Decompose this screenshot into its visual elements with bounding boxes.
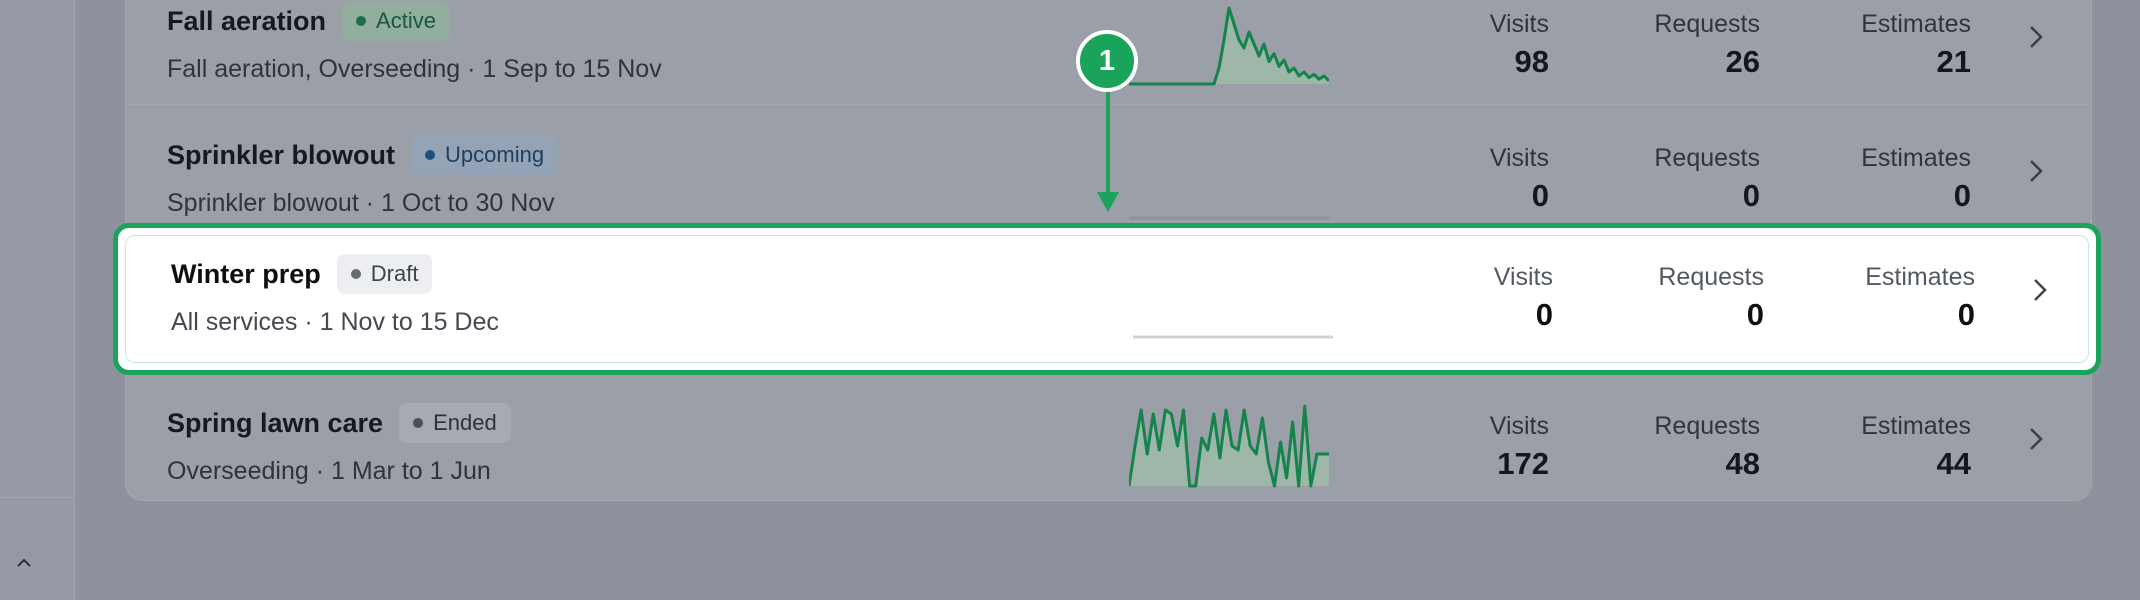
stat-label: Visits [1493, 263, 1553, 291]
status-label: Active [376, 8, 436, 33]
status-dot-icon [350, 269, 361, 279]
stat-value: 0 [1746, 297, 1764, 332]
stat-label: Estimates [1861, 412, 1971, 440]
stat-value: 0 [1535, 297, 1553, 332]
campaign-title: Spring lawn care [167, 407, 384, 438]
stat-requests: Requests 0 [1614, 262, 1764, 334]
sparkline [1129, 216, 1329, 220]
callout-marker: 1 [1076, 30, 1138, 92]
stat-label: Requests [1654, 144, 1760, 172]
status-label: Upcoming [445, 142, 545, 167]
callout-number: 1 [1098, 44, 1116, 77]
stat-label: Visits [1489, 412, 1549, 440]
stat-value: 0 [1531, 178, 1549, 213]
stat-value: 48 [1725, 446, 1760, 481]
stat-value: 0 [1957, 297, 1975, 332]
stat-label: Estimates [1861, 10, 1971, 38]
status-dot-icon [413, 418, 424, 428]
chevron-right-icon[interactable] [2025, 275, 2055, 305]
campaign-subtitle: Sprinkler blowout · 1 Oct to 30 Nov [167, 189, 555, 217]
status-label: Ended [433, 410, 497, 435]
stat-visits: Visits 172 [1399, 411, 1549, 483]
stat-value: 44 [1936, 446, 1971, 481]
stat-value: 0 [1953, 178, 1971, 213]
stat-value: 21 [1936, 44, 1971, 79]
stat-estimates: Estimates 0 [1825, 262, 1975, 334]
stat-label: Estimates [1861, 144, 1971, 172]
sidebar-divider [0, 497, 74, 498]
sparkline [1129, 404, 1329, 488]
campaign-row-spring-lawn-care[interactable]: Spring lawn care Ended Overseeding · 1 M… [126, 372, 2091, 506]
stat-visits: Visits 0 [1399, 143, 1549, 215]
campaign-subtitle: Overseeding · 1 Mar to 1 Jun [167, 457, 491, 485]
stat-requests: Requests 48 [1610, 411, 1760, 483]
status-badge: Upcoming [411, 135, 559, 175]
campaign-subtitle: All services · 1 Nov to 15 Dec [171, 308, 499, 336]
stat-requests: Requests 26 [1610, 9, 1760, 81]
stat-label: Requests [1658, 263, 1764, 291]
sidebar [0, 0, 75, 600]
chevron-right-icon[interactable] [2021, 22, 2051, 52]
stat-label: Visits [1489, 144, 1549, 172]
sparkline [1133, 335, 1333, 339]
campaign-title: Winter prep [171, 258, 321, 289]
chevron-right-icon[interactable] [2021, 424, 2051, 454]
highlighted-campaign-card[interactable]: Winter prep Draft All services · 1 Nov t… [113, 223, 2101, 375]
campaign-title: Fall aeration [167, 5, 327, 36]
chevron-right-icon[interactable] [2021, 156, 2051, 186]
stat-visits: Visits 98 [1399, 9, 1549, 81]
status-badge: Ended [399, 403, 511, 443]
callout-arrow [1097, 88, 1119, 212]
stat-value: 0 [1742, 178, 1760, 213]
stat-label: Requests [1654, 10, 1760, 38]
stat-value: 172 [1497, 446, 1549, 481]
stat-label: Estimates [1865, 263, 1975, 291]
sparkline-area [1129, 8, 1329, 84]
campaign-row-winter-prep[interactable]: Winter prep Draft All services · 1 Nov t… [130, 223, 2095, 357]
stat-estimates: Estimates 21 [1821, 9, 1971, 81]
chevron-up-icon [17, 558, 31, 567]
stat-value: 26 [1725, 44, 1760, 79]
status-badge: Draft [336, 254, 433, 294]
sidebar-collapse-toggle[interactable] [12, 551, 36, 575]
status-badge: Active [342, 1, 450, 41]
stat-label: Requests [1654, 412, 1760, 440]
stat-value: 98 [1514, 44, 1549, 79]
stat-estimates: Estimates 0 [1821, 143, 1971, 215]
stat-visits: Visits 0 [1403, 262, 1553, 334]
status-label: Draft [370, 261, 419, 286]
stat-label: Visits [1489, 10, 1549, 38]
campaign-subtitle: Fall aeration, Overseeding · 1 Sep to 15… [167, 55, 662, 83]
sparkline [1129, 6, 1329, 86]
status-dot-icon [356, 16, 367, 26]
campaign-title: Sprinkler blowout [167, 139, 396, 170]
stat-requests: Requests 0 [1610, 143, 1760, 215]
status-dot-icon [425, 150, 436, 160]
stat-estimates: Estimates 44 [1821, 411, 1971, 483]
